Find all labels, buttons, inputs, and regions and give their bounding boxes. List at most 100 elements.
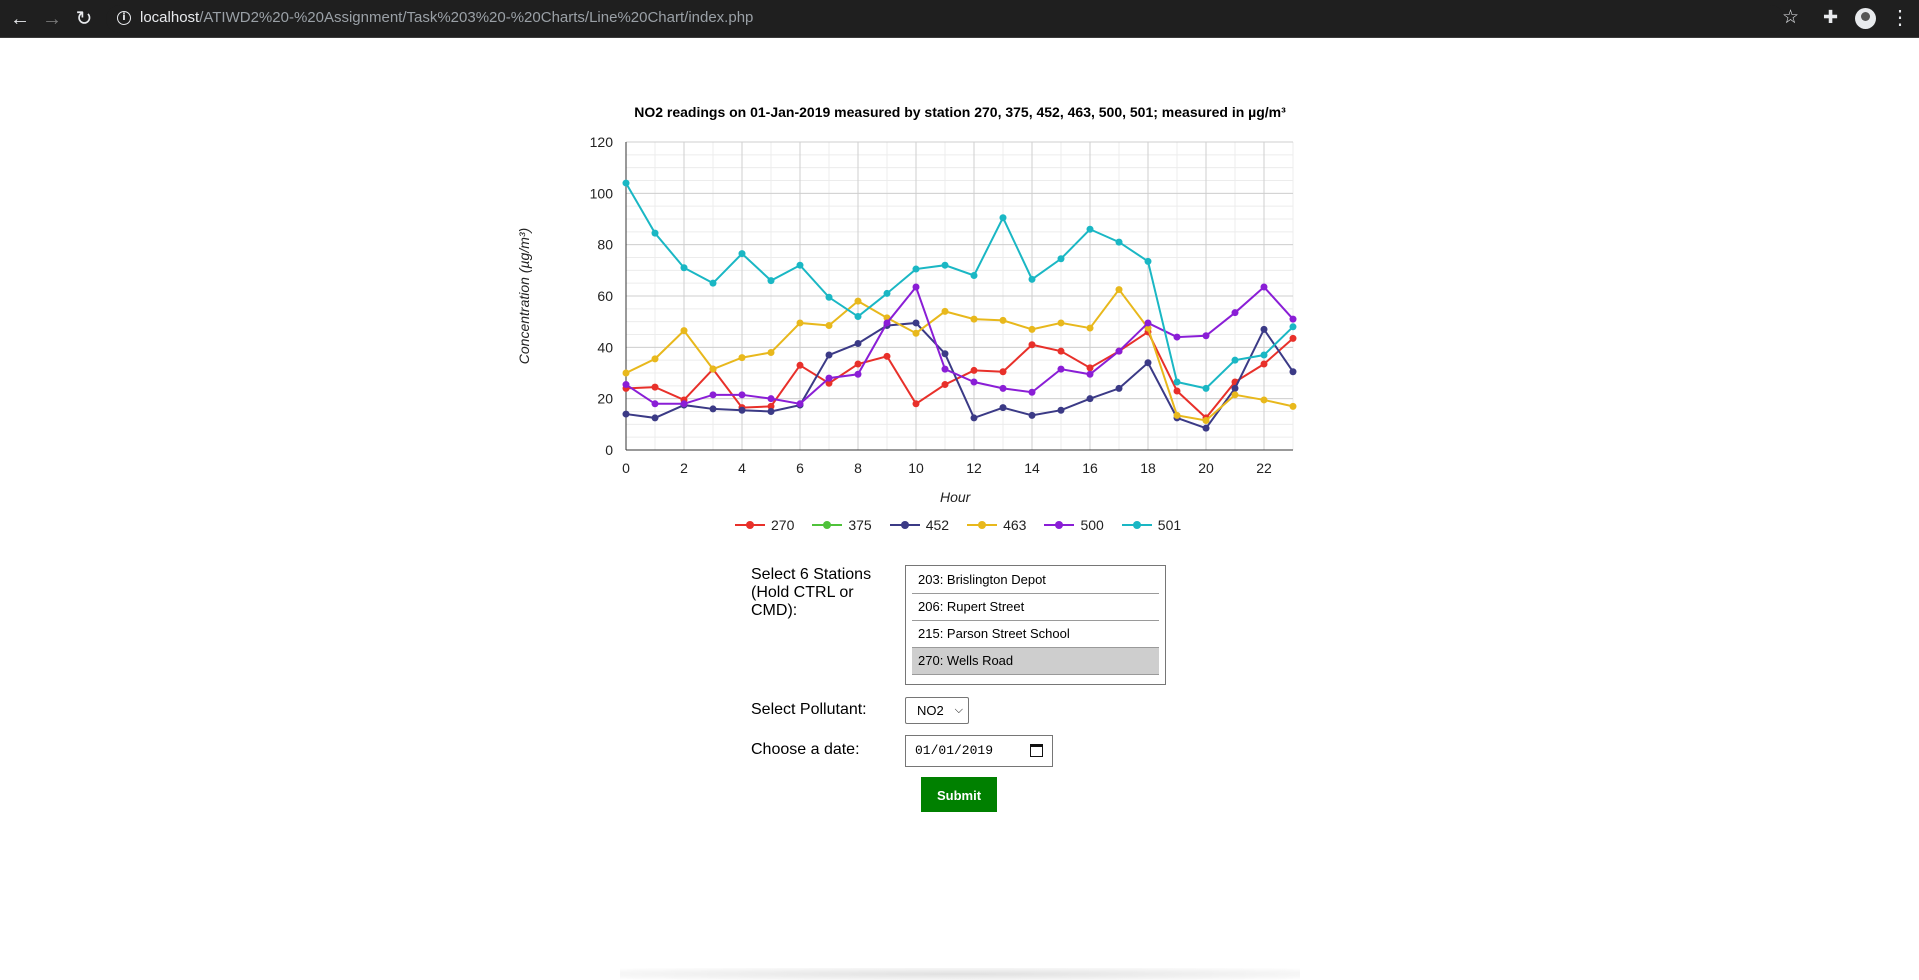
data-point-501 [825, 293, 833, 301]
data-point-270 [999, 368, 1007, 376]
stations-multiselect[interactable]: 203: Brislington Depot 206: Rupert Street… [905, 565, 1166, 685]
data-point-501 [1289, 323, 1297, 331]
station-option[interactable]: 206: Rupert Street [912, 594, 1159, 621]
data-point-463 [796, 319, 804, 327]
data-point-463 [1057, 319, 1065, 327]
legend-item-452[interactable]: 452 [889, 517, 949, 533]
data-point-500 [680, 400, 688, 408]
data-point-463 [709, 365, 717, 373]
data-point-501 [1260, 351, 1268, 359]
legend-item-500[interactable]: 500 [1044, 517, 1104, 533]
legend-dot [978, 521, 987, 529]
station-option[interactable]: 215: Parson Street School [912, 621, 1159, 648]
submit-button[interactable]: Submit [921, 777, 997, 812]
pollutant-value: NO2 [917, 703, 944, 718]
legend-swatch [735, 518, 765, 532]
data-point-463 [1173, 411, 1181, 419]
legend-swatch [1044, 518, 1075, 532]
data-point-452 [709, 405, 717, 413]
legend-dot [746, 521, 754, 529]
legend-swatch [812, 518, 843, 532]
data-point-500 [912, 283, 920, 291]
data-point-500 [1144, 319, 1152, 327]
pollutant-select[interactable]: NO2 ⌵ [905, 697, 969, 724]
data-point-452 [1028, 411, 1036, 419]
data-point-463 [941, 307, 949, 315]
data-point-463 [1028, 325, 1036, 333]
data-point-501 [1115, 238, 1123, 246]
data-point-452 [1115, 384, 1123, 392]
data-point-500 [738, 391, 746, 399]
data-point-452 [999, 404, 1007, 412]
data-point-452 [1231, 384, 1239, 392]
data-point-270 [912, 400, 920, 408]
x-axis-label: Hour [940, 489, 971, 505]
page-bottom-shadow [620, 968, 1300, 980]
legend-label: 375 [848, 517, 872, 533]
data-point-501 [854, 313, 862, 321]
data-point-500 [825, 374, 833, 382]
data-point-270 [1173, 387, 1181, 395]
data-point-500 [1057, 365, 1065, 373]
chart-legend: 270 375 452 463 500 501 [735, 517, 1199, 533]
date-input[interactable]: 01/01/2019 [905, 735, 1053, 767]
data-point-452 [1144, 359, 1152, 367]
x-tick-label: 22 [1256, 460, 1272, 476]
data-point-463 [1202, 416, 1210, 424]
data-point-501 [651, 229, 659, 237]
data-point-500 [999, 384, 1007, 392]
data-point-270 [1028, 341, 1036, 349]
data-point-270 [651, 383, 659, 391]
legend-swatch [889, 518, 920, 532]
legend-dot [1132, 521, 1141, 529]
legend-item-463[interactable]: 463 [967, 517, 1026, 533]
legend-item-501[interactable]: 501 [1121, 517, 1182, 533]
data-point-500 [883, 319, 891, 327]
data-point-463 [999, 316, 1007, 324]
date-label: Choose a date: [751, 741, 860, 758]
legend-label: 501 [1157, 517, 1182, 533]
station-option[interactable]: 270: Wells Road [912, 648, 1159, 675]
y-tick-label: 120 [590, 134, 614, 150]
data-point-500 [796, 400, 804, 408]
data-point-452 [825, 351, 833, 359]
data-point-270 [883, 352, 891, 360]
data-point-452 [767, 408, 775, 415]
data-point-452 [1086, 395, 1094, 403]
data-point-452 [1260, 325, 1268, 333]
data-point-463 [1231, 391, 1239, 399]
date-value: 01/01/2019 [915, 743, 994, 758]
data-point-501 [680, 264, 688, 272]
station-option[interactable]: 203: Brislington Depot [912, 567, 1159, 594]
legend-item-375[interactable]: 375 [812, 517, 872, 533]
y-tick-label: 40 [597, 339, 613, 355]
data-point-463 [970, 315, 978, 323]
data-point-452 [1202, 424, 1210, 432]
data-point-463 [767, 348, 775, 356]
data-point-501 [622, 179, 630, 187]
legend-item-270[interactable]: 270 [735, 517, 794, 533]
data-point-270 [941, 381, 949, 389]
x-tick-label: 16 [1082, 460, 1098, 476]
legend-label: 500 [1080, 517, 1104, 533]
legend-dot [900, 521, 909, 529]
data-point-270 [1289, 334, 1297, 342]
data-point-501 [1144, 257, 1152, 265]
data-point-501 [883, 289, 891, 297]
data-point-463 [1260, 396, 1268, 404]
data-point-270 [1057, 347, 1065, 355]
data-point-501 [1057, 255, 1065, 263]
data-point-500 [941, 365, 949, 373]
data-point-463 [738, 354, 746, 362]
data-point-501 [738, 250, 746, 258]
calendar-icon[interactable] [1030, 744, 1043, 757]
data-point-500 [1202, 332, 1210, 340]
data-point-501 [1028, 275, 1036, 283]
data-point-500 [651, 400, 659, 408]
data-point-463 [1289, 402, 1297, 410]
legend-swatch [967, 518, 998, 532]
data-point-452 [912, 319, 920, 327]
x-tick-label: 18 [1140, 460, 1156, 476]
legend-label: 270 [771, 517, 795, 533]
data-point-501 [1231, 356, 1239, 364]
